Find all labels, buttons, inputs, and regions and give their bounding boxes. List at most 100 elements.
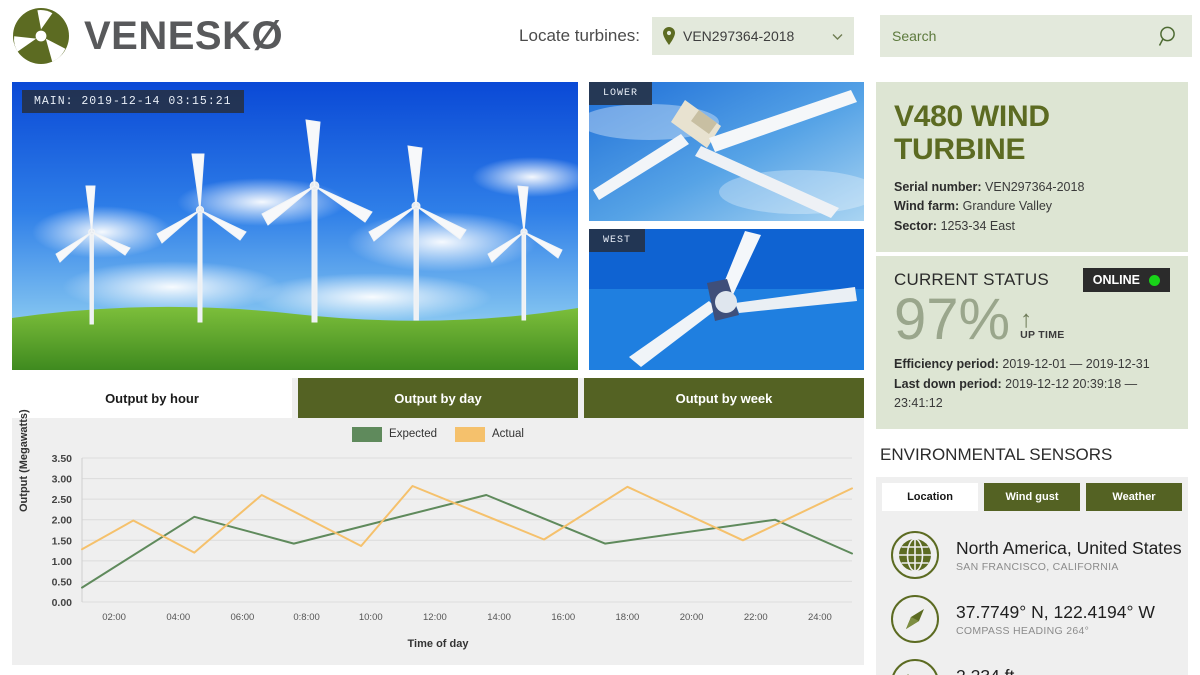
chart-legend: Expected Actual: [12, 418, 864, 450]
sensor-main-location: North America, United States: [956, 537, 1182, 558]
legend-swatch-expected: [352, 426, 383, 442]
svg-text:24:00: 24:00: [808, 612, 832, 623]
brand-logo[interactable]: VENESKØ: [12, 7, 283, 65]
info-label-sector: Sector:: [894, 218, 938, 233]
svg-text:3.50: 3.50: [52, 453, 73, 465]
svg-text:2.00: 2.00: [52, 515, 73, 527]
status-badge-label: ONLINE: [1092, 273, 1140, 288]
thumb-photo-lower[interactable]: LOWER: [589, 82, 864, 221]
svg-text:10:00: 10:00: [359, 612, 383, 623]
chart-plot-area: Output (Megawatts) 0.00 0.50 1.00 1.50 2.00 2…: [12, 409, 864, 662]
search-icon[interactable]: [1158, 25, 1180, 47]
sensor-text-coordinates: 37.7749° N, 122.4194° W COMPASS HEADING …: [956, 602, 1155, 637]
svg-text:02:00: 02:00: [102, 612, 126, 623]
tab-output-by-hour[interactable]: Output by hour: [12, 378, 292, 418]
dashboard-body: MAIN: 2019-12-14 03:15:21 LOWER WEST Out…: [0, 72, 1200, 675]
svg-text:12:00: 12:00: [423, 612, 447, 623]
chart-y-axis-title: Output (Megawatts): [18, 409, 30, 512]
info-label-windfarm: Wind farm:: [894, 199, 960, 214]
svg-text:0:8:00: 0:8:00: [293, 612, 319, 623]
info-row-windfarm: Wind farm: Grandure Valley: [894, 197, 1170, 216]
status-dot-icon: [1149, 274, 1160, 286]
info-value-serial: VEN297364-2018: [985, 180, 1085, 194]
line-chart-svg: 0.00 0.50 1.00 1.50 2.00 2.50 3.00 3.50 02:00 04:…: [12, 450, 864, 636]
info-value-sector: 1253-34 East: [940, 218, 1015, 233]
status-value-efficiency: 2019-12-01 — 2019-12-31: [1002, 357, 1150, 372]
compass-icon: [890, 594, 940, 644]
uptime-block: 97% ↑ UP TIME: [894, 287, 1170, 353]
chart-x-axis-title: Time of day: [407, 638, 469, 650]
svg-text:04:00: 04:00: [166, 612, 190, 623]
status-row-efficiency: Efficiency period: 2019-12-01 — 2019-12-…: [894, 355, 1170, 374]
environmental-sensors-card: ENVIRONMENTAL SENSORS Location Wind gust…: [876, 435, 1188, 675]
status-row-lastdown: Last down period: 2019-12-12 20:39:18 — …: [894, 375, 1170, 414]
turbine-info-card: V480 WIND TURBINE Serial number: VEN2973…: [876, 82, 1188, 253]
svg-text:1.50: 1.50: [52, 535, 73, 547]
chart-tabs: Output by hour Output by day Output by w…: [12, 378, 864, 418]
legend-label-expected: Expected: [389, 428, 437, 440]
sensor-row-location: North America, United States SAN FRANCIS…: [876, 523, 1188, 587]
brand-name: VENESKØ: [84, 13, 284, 58]
thumb-caption-west: WEST: [589, 229, 646, 252]
tab-output-by-day[interactable]: Output by day: [298, 378, 578, 418]
sensor-sub-location: SAN FRANCISCO, CALIFORNIA: [956, 560, 1119, 573]
arrow-up-icon: ↑: [1020, 306, 1033, 334]
globe-icon: [890, 530, 940, 580]
current-status-card: CURRENT STATUS ONLINE 97% ↑ UP TIME Effi…: [876, 256, 1188, 430]
tab-output-by-week[interactable]: Output by week: [584, 378, 864, 418]
turbine-logo-icon: [12, 7, 70, 65]
svg-text:2.50: 2.50: [52, 494, 73, 506]
env-tab-wind-gust[interactable]: Wind gust: [984, 483, 1080, 512]
svg-text:0.50: 0.50: [52, 576, 73, 588]
svg-text:1.00: 1.00: [52, 556, 73, 568]
chevron-down-icon: [831, 30, 844, 43]
info-row-serial: Serial number: VEN297364-2018: [894, 178, 1170, 197]
env-tabs-container: Location Wind gust Weather: [876, 477, 1188, 512]
info-value-windfarm: Grandure Valley: [962, 199, 1053, 214]
svg-text:16:00: 16:00: [551, 612, 575, 623]
uptime-label: UP TIME: [1020, 329, 1065, 342]
sensor-main-elevation: 2,234 ft: [956, 666, 1118, 675]
main-photo[interactable]: MAIN: 2019-12-14 03:15:21: [12, 82, 578, 370]
uptime-percent: 97%: [894, 287, 1011, 353]
legend-item-actual: Actual: [454, 426, 524, 442]
uptime-meta: ↑ UP TIME: [1020, 306, 1065, 347]
search-box[interactable]: [880, 15, 1192, 57]
svg-text:0.00: 0.00: [52, 597, 73, 609]
status-badge: ONLINE: [1082, 268, 1170, 293]
legend-item-expected: Expected: [352, 426, 437, 442]
status-fields: Efficiency period: 2019-12-01 — 2019-12-…: [894, 355, 1170, 413]
svg-text:14:00: 14:00: [487, 612, 511, 623]
sensor-text-location: North America, United States SAN FRANCIS…: [956, 538, 1182, 573]
turbine-info-fields: Serial number: VEN297364-2018 Wind farm:…: [894, 178, 1170, 236]
main-photo-caption: MAIN: 2019-12-14 03:15:21: [22, 90, 244, 113]
svg-text:20:00: 20:00: [680, 612, 704, 623]
thumb-caption-lower: LOWER: [589, 82, 653, 105]
env-tab-location[interactable]: Location: [882, 483, 978, 512]
sensor-text-elevation: 2,234 ft ELEVATION ABOVE SEA LEVEL: [956, 666, 1118, 675]
svg-text:06:00: 06:00: [231, 612, 255, 623]
env-tab-weather[interactable]: Weather: [1086, 483, 1182, 512]
sensor-row-elevation: 2,234 ft ELEVATION ABOVE SEA LEVEL: [876, 651, 1188, 675]
locate-turbines-label: Locate turbines:: [519, 26, 640, 45]
environmental-sensors-heading: ENVIRONMENTAL SENSORS: [880, 445, 1113, 465]
output-chart-panel: Output by hour Output by day Output by w…: [12, 378, 864, 665]
info-row-sector: Sector: 1253-34 East: [894, 217, 1170, 236]
right-sidebar: V480 WIND TURBINE Serial number: VEN2973…: [876, 82, 1188, 675]
svg-text:3.00: 3.00: [52, 474, 73, 486]
sensor-sub-coordinates: COMPASS HEADING 264°: [956, 624, 1090, 637]
info-label-serial: Serial number:: [894, 180, 982, 194]
environment-sensor-list: North America, United States SAN FRANCIS…: [876, 511, 1188, 675]
header-controls: Locate turbines: VEN297364-2018: [519, 15, 1192, 57]
turbine-title: V480 WIND TURBINE: [894, 100, 1050, 166]
legend-swatch-actual: [454, 426, 485, 442]
turbine-select-value: VEN297364-2018: [683, 28, 795, 44]
sensor-row-coordinates: 37.7749° N, 122.4194° W COMPASS HEADING …: [876, 587, 1188, 651]
turbine-select[interactable]: VEN297364-2018: [652, 17, 854, 55]
map-pin-icon: [662, 27, 676, 45]
environment-tabs: Location Wind gust Weather: [882, 483, 1182, 512]
status-label-lastdown: Last down period:: [894, 376, 1002, 391]
search-input[interactable]: [892, 28, 1158, 44]
sensor-main-coordinates: 37.7749° N, 122.4194° W: [956, 601, 1155, 622]
thumb-photo-west[interactable]: WEST: [589, 229, 864, 370]
